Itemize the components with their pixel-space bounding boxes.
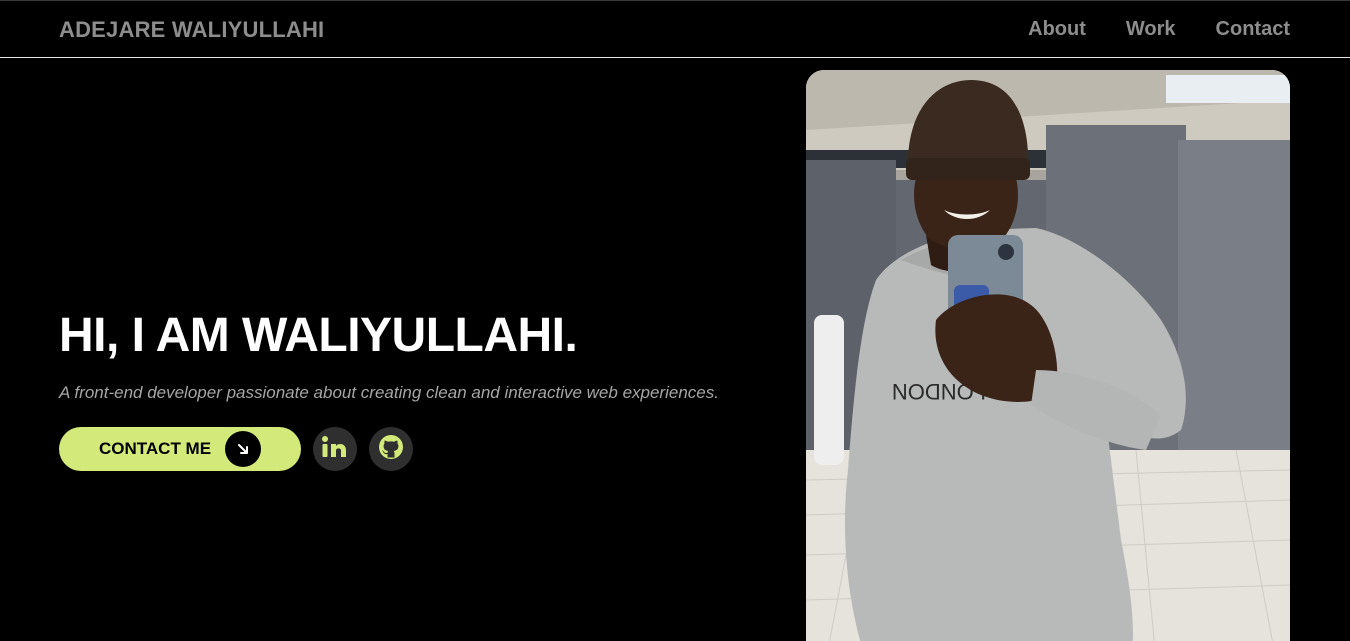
contact-me-label: CONTACT ME xyxy=(99,439,212,458)
nav-contact-link[interactable]: Contact xyxy=(1216,18,1290,41)
profile-photo: LONDON xyxy=(806,70,1290,641)
site-header: ADEJARE WALIYULLAHI About Work Contact xyxy=(0,0,1350,58)
main-nav: About Work Contact xyxy=(1028,18,1290,41)
arrow-down-right-icon xyxy=(225,431,261,467)
github-button[interactable] xyxy=(369,427,413,471)
contact-me-button[interactable]: CONTACT ME xyxy=(59,427,301,471)
linkedin-icon xyxy=(321,435,349,464)
nav-about-link[interactable]: About xyxy=(1028,18,1086,41)
github-icon xyxy=(378,434,404,465)
hero-title: HI, I AM WALIYULLAHI. xyxy=(59,309,578,362)
nav-work-link[interactable]: Work xyxy=(1126,18,1176,41)
hero-subtitle: A front-end developer passionate about c… xyxy=(59,383,719,402)
page: ADEJARE WALIYULLAHI About Work Contact H… xyxy=(0,0,1350,641)
linkedin-button[interactable] xyxy=(313,427,357,471)
brand-name[interactable]: ADEJARE WALIYULLAHI xyxy=(59,17,324,43)
